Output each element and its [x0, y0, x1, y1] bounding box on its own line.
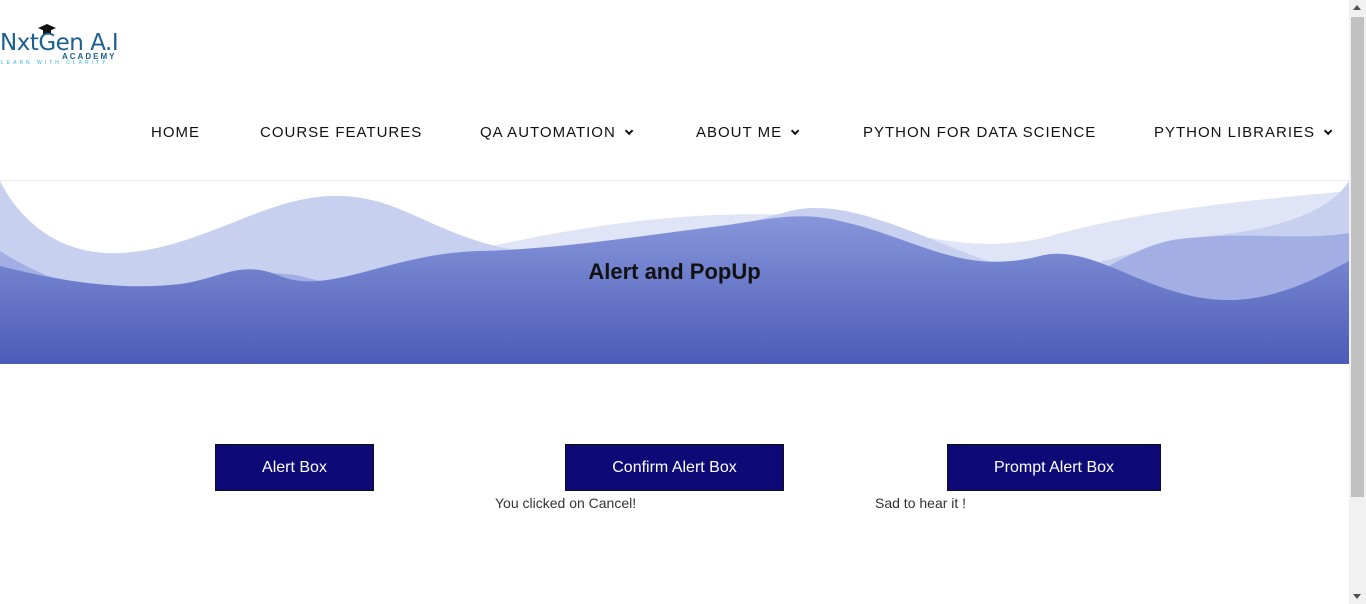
- nav-item-home[interactable]: HOME: [151, 124, 200, 141]
- scroll-thumb[interactable]: [1351, 17, 1364, 497]
- nav-item-label: ABOUT ME: [696, 124, 783, 141]
- nav-item-course-features[interactable]: COURSE FEATURES: [260, 124, 422, 141]
- chevron-down-icon: [624, 126, 634, 135]
- nav-item-label: COURSE FEATURES: [260, 124, 423, 141]
- scroll-down-arrow-icon[interactable]: [1353, 594, 1361, 599]
- nav-item-qa-automation[interactable]: QA AUTOMATION: [480, 124, 634, 141]
- nav-item-label: HOME: [151, 124, 200, 141]
- main-nav: HOME COURSE FEATURES QA AUTOMATION ABOUT…: [0, 124, 1349, 146]
- page-title: Alert and PopUp: [588, 259, 761, 284]
- page: NxtGen A.I ACADEMY LEARN WITH CLARITY HO…: [0, 0, 1349, 604]
- chevron-down-icon: [1323, 126, 1333, 135]
- alert-box-button[interactable]: Alert Box: [215, 444, 374, 491]
- confirm-alert-box-button[interactable]: Confirm Alert Box: [565, 444, 784, 491]
- confirm-result-text: You clicked on Cancel!: [495, 495, 637, 511]
- hero-banner: Alert and PopUp: [0, 181, 1349, 364]
- prompt-alert-box-button[interactable]: Prompt Alert Box: [947, 444, 1161, 491]
- chevron-down-icon: [790, 126, 800, 135]
- nav-item-label: QA AUTOMATION: [480, 124, 616, 141]
- scroll-up-arrow-icon[interactable]: [1353, 5, 1361, 10]
- nav-item-label: PYTHON FOR DATA SCIENCE: [863, 124, 1097, 141]
- vertical-scrollbar[interactable]: [1349, 0, 1366, 604]
- logo-tagline: LEARN WITH CLARITY: [1, 60, 109, 66]
- site-logo[interactable]: NxtGen A.I ACADEMY LEARN WITH CLARITY: [0, 22, 122, 68]
- nav-item-about-me[interactable]: ABOUT ME: [696, 124, 800, 141]
- nav-item-python-data-science[interactable]: PYTHON FOR DATA SCIENCE: [863, 124, 1096, 141]
- nav-item-python-libraries[interactable]: PYTHON LIBRARIES: [1154, 124, 1333, 141]
- nav-item-label: PYTHON LIBRARIES: [1154, 124, 1316, 141]
- prompt-result-text: Sad to hear it !: [875, 495, 967, 511]
